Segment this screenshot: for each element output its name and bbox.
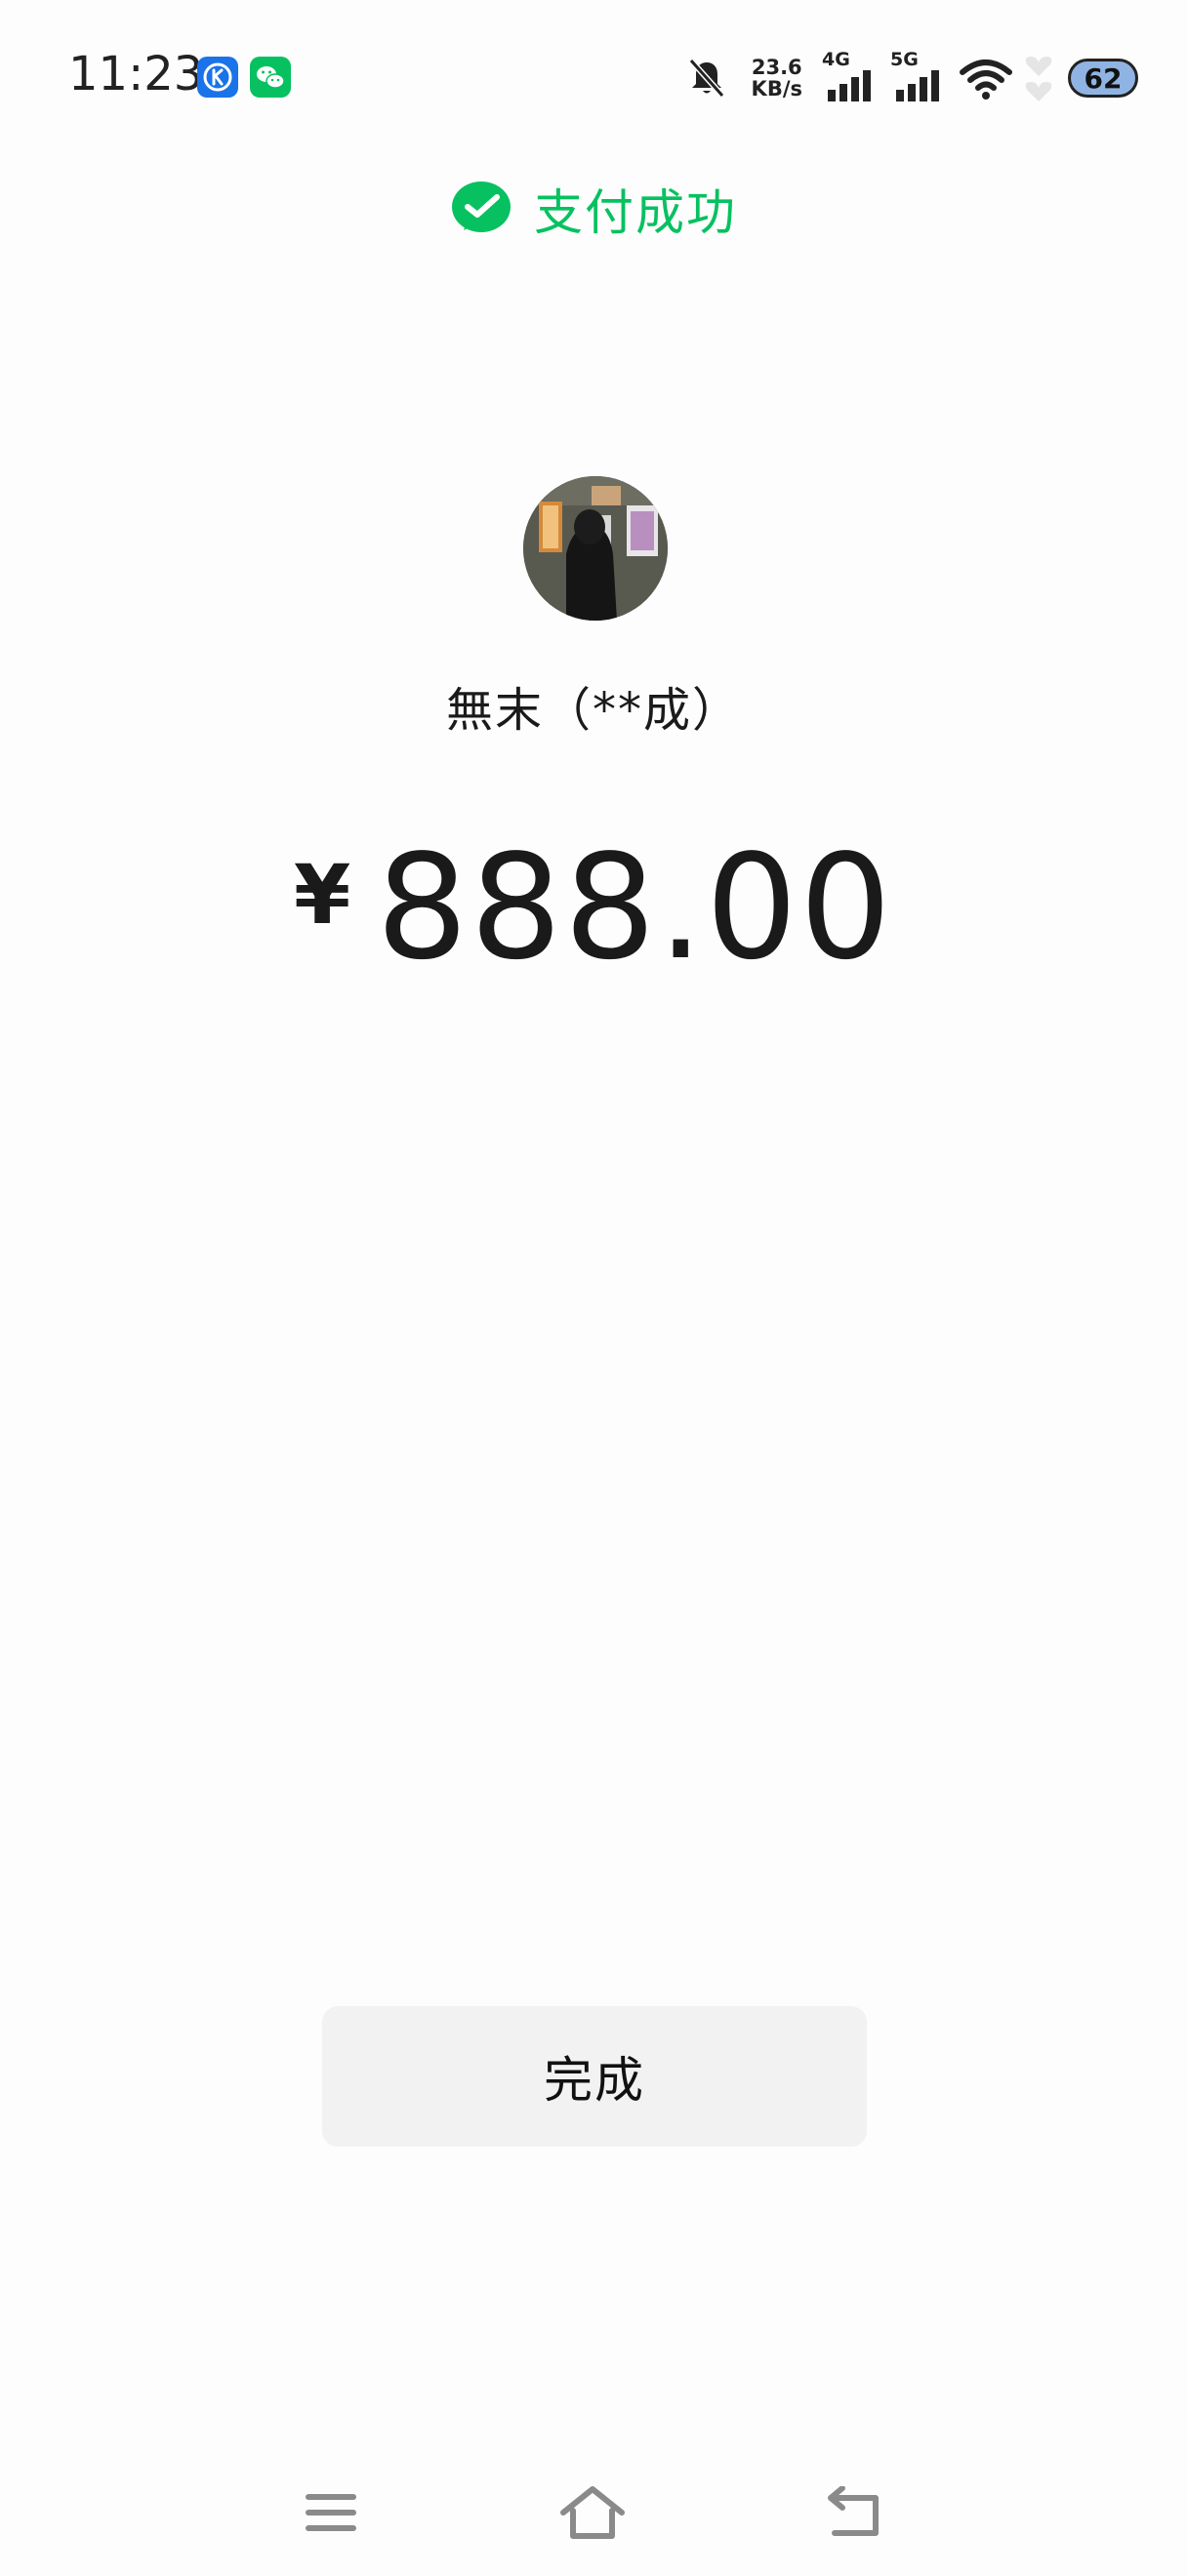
status-indicators: 23.6 KB/s 4G 5G 62 (683, 49, 1138, 107)
payment-result-header: 支付成功 (0, 174, 1187, 244)
wechat-pay-success-icon (452, 181, 511, 232)
avatar (523, 476, 668, 621)
signal-5g-label: 5G (890, 49, 919, 70)
status-bar: 11:23 23.6 KB/s 4G 5G 62 (0, 0, 1187, 156)
nav-back-button[interactable] (820, 2478, 888, 2547)
back-icon (828, 2486, 879, 2536)
signal-5g: 5G (890, 49, 945, 103)
k-app-icon (197, 57, 238, 98)
wechat-icon (250, 57, 291, 98)
currency-symbol: ¥ (293, 847, 351, 943)
battery-indicator: 62 (1068, 59, 1138, 98)
done-button[interactable]: 完成 (322, 2006, 867, 2147)
signal-bars-icon (828, 70, 871, 101)
signal-bars-icon (896, 70, 939, 101)
net-speed-value: 23.6 (751, 56, 802, 79)
signal-4g: 4G (822, 49, 877, 103)
hearts-icon (1025, 57, 1052, 101)
bell-muted-icon (688, 59, 724, 98)
signal-4g-label: 4G (822, 49, 850, 70)
payee-name: 無末（**成） (445, 683, 741, 738)
page-title: 支付成功 (534, 184, 737, 241)
net-speed-unit: KB/s (751, 77, 802, 101)
nav-home-button[interactable] (558, 2478, 627, 2547)
status-time: 11:23 (68, 47, 204, 101)
payment-amount: ¥ 888.00 (0, 829, 1187, 986)
net-speed: 23.6 KB/s (752, 57, 802, 100)
nav-menu-button[interactable] (297, 2478, 365, 2547)
wifi-icon (960, 60, 1012, 100)
amount-value: 888.00 (376, 824, 894, 991)
menu-icon (306, 2494, 356, 2531)
home-icon (560, 2486, 625, 2539)
